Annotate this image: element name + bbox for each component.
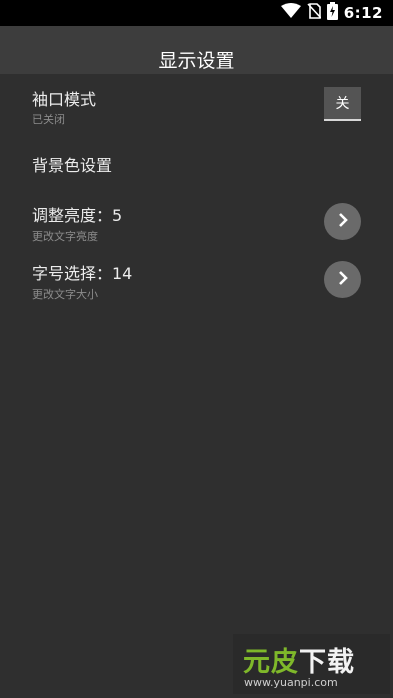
brightness-subtitle: 更改文字亮度: [32, 230, 98, 243]
watermark-url: www.yuanpi.com: [244, 676, 338, 689]
font-size-subtitle: 更改文字大小: [32, 288, 98, 301]
wifi-icon: [280, 3, 301, 23]
sleeve-mode-title: 袖口模式: [32, 90, 97, 109]
sleeve-mode-toggle[interactable]: 关: [324, 87, 361, 121]
watermark-logo: 元皮下载: [243, 640, 355, 679]
background-color-title: 背景色设置: [32, 156, 113, 175]
chevron-right-icon: [336, 212, 350, 231]
page-title: 显示设置: [158, 50, 235, 72]
setting-font-size[interactable]: 字号选择：14 更改文字大小: [0, 256, 393, 306]
font-size-button[interactable]: [324, 261, 361, 298]
brightness-title: 调整亮度：5: [32, 206, 123, 225]
status-bar: 6:12: [0, 0, 393, 26]
status-icons: 6:12: [280, 2, 383, 24]
no-sim-icon: [307, 3, 322, 23]
battery-charging-icon: [326, 2, 338, 24]
watermark-logo-part2: 下载: [299, 647, 355, 678]
brightness-button[interactable]: [324, 203, 361, 240]
setting-sleeve-mode[interactable]: 袖口模式 已关闭 关: [0, 82, 393, 130]
chevron-right-icon: [336, 270, 350, 289]
font-size-title: 字号选择：14: [32, 264, 133, 283]
setting-background-color[interactable]: 背景色设置: [0, 145, 393, 185]
watermark-logo-part1: 元皮: [243, 647, 299, 678]
app-bar: 显示设置: [0, 26, 393, 74]
sleeve-mode-subtitle: 已关闭: [32, 113, 65, 126]
status-time: 6:12: [343, 4, 383, 22]
setting-brightness[interactable]: 调整亮度：5 更改文字亮度: [0, 198, 393, 248]
sleeve-mode-toggle-label: 关: [335, 96, 350, 112]
watermark: 元皮下载 www.yuanpi.com: [233, 634, 390, 694]
